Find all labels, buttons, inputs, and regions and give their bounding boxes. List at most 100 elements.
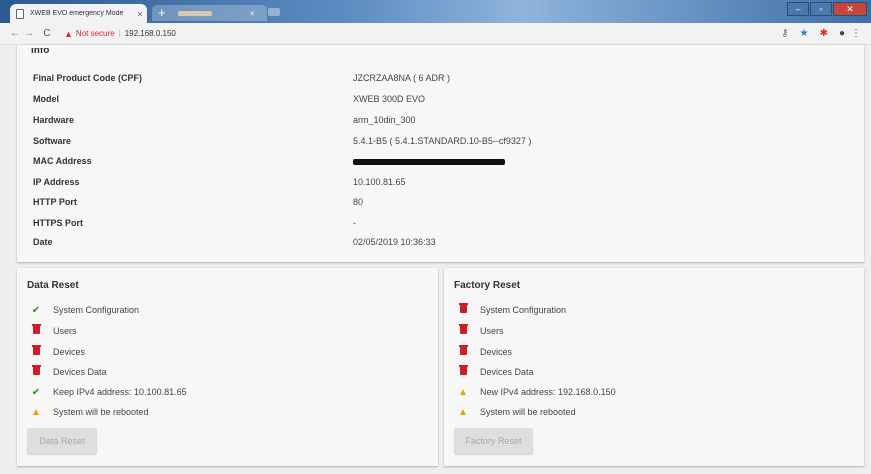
data-reset-card: Data Reset ✔ System Configuration Users … bbox=[17, 268, 438, 466]
warning-icon: ▲ bbox=[31, 406, 41, 418]
maximize-button[interactable]: ▫ bbox=[810, 2, 832, 16]
not-secure-label[interactable]: Not secure bbox=[76, 29, 115, 38]
info-value: 5.4.1-B5 ( 5.4.1.STANDARD.10-B5--cf9327 … bbox=[353, 136, 532, 146]
info-heading: Info bbox=[31, 48, 50, 56]
extension-icon[interactable]: ✱ bbox=[820, 28, 828, 39]
check-icon: ✔ bbox=[31, 304, 41, 316]
close-tab-icon[interactable]: × bbox=[133, 9, 147, 19]
info-value bbox=[353, 156, 505, 166]
close-window-button[interactable]: ✕ bbox=[833, 2, 867, 16]
page-content: Info Final Product Code (CPF) JZCRZAA8NA… bbox=[0, 45, 871, 474]
list-item: Devices Data bbox=[29, 365, 107, 379]
window-controls: – ▫ ✕ bbox=[786, 2, 867, 16]
trash-icon bbox=[29, 324, 43, 336]
list-item: ▲ System will be rebooted bbox=[456, 405, 576, 419]
warning-icon: ▲ bbox=[458, 406, 468, 418]
trash-icon bbox=[29, 345, 43, 357]
trash-icon bbox=[29, 365, 43, 377]
item-text: Devices Data bbox=[480, 367, 534, 377]
info-value: 80 bbox=[353, 197, 364, 207]
info-label: Final Product Code (CPF) bbox=[33, 73, 142, 83]
blurred-tab-title bbox=[178, 10, 212, 16]
info-row-http-port: HTTP Port 80 bbox=[33, 197, 833, 209]
menu-icon[interactable]: ⋮ bbox=[851, 28, 861, 39]
browser-tab-blurred[interactable]: + × bbox=[152, 5, 267, 21]
list-item: ▲ System will be rebooted bbox=[29, 405, 149, 419]
list-item: System Configuration bbox=[456, 303, 566, 317]
redacted-mac-address bbox=[353, 158, 505, 165]
key-icon[interactable]: ⚷ bbox=[781, 28, 788, 39]
url-separator: | bbox=[118, 29, 121, 38]
item-text: System Configuration bbox=[53, 305, 140, 315]
browser-tab-extra[interactable] bbox=[268, 8, 280, 16]
info-label: IP Address bbox=[33, 177, 80, 187]
list-item: Devices Data bbox=[456, 365, 534, 379]
info-value: arm_10din_300 bbox=[353, 115, 416, 125]
trash-icon bbox=[456, 324, 470, 336]
star-icon[interactable]: ★ bbox=[800, 28, 809, 39]
tab-title: XWEB EVO emergency Mode bbox=[30, 10, 124, 17]
info-row-hardware: Hardware arm_10din_300 bbox=[33, 115, 833, 127]
item-text: System Configuration bbox=[480, 305, 567, 315]
minimize-button[interactable]: – bbox=[787, 2, 809, 16]
list-item: Devices bbox=[456, 345, 512, 359]
info-card: Info Final Product Code (CPF) JZCRZAA8NA… bbox=[17, 45, 864, 262]
data-reset-title: Data Reset bbox=[27, 280, 79, 291]
info-label: Model bbox=[33, 94, 59, 104]
close-tab-icon[interactable]: × bbox=[250, 9, 255, 18]
data-reset-button[interactable]: Data Reset bbox=[27, 428, 97, 454]
info-row-date: Date 02/05/2019 10:36:33 bbox=[33, 237, 833, 249]
info-value: - bbox=[353, 218, 356, 228]
address-bar: ← → C ▲ Not secure | 192.168.0.150 ⚷ ★ ✱… bbox=[0, 23, 871, 45]
info-row-ip: IP Address 10.100.81.65 bbox=[33, 177, 833, 189]
list-item: Users bbox=[29, 324, 77, 338]
back-button[interactable]: ← bbox=[8, 28, 22, 39]
window-titlebar: XWEB EVO emergency Mode × + × – ▫ ✕ bbox=[0, 0, 871, 23]
trash-icon bbox=[456, 303, 470, 315]
info-row-mac: MAC Address bbox=[33, 156, 833, 168]
reload-button[interactable]: C bbox=[40, 28, 54, 39]
warning-icon[interactable]: ▲ bbox=[64, 29, 73, 39]
info-label: MAC Address bbox=[33, 156, 92, 166]
list-item: Users bbox=[456, 324, 504, 338]
info-value: 10.100.81.65 bbox=[353, 177, 406, 187]
info-row-https-port: HTTPS Port - bbox=[33, 218, 833, 230]
info-row-cpf: Final Product Code (CPF) JZCRZAA8NA ( 6 … bbox=[33, 73, 833, 85]
forward-button[interactable]: → bbox=[22, 28, 36, 39]
info-value: JZCRZAA8NA ( 6 ADR ) bbox=[353, 73, 451, 83]
factory-reset-title: Factory Reset bbox=[454, 280, 521, 291]
browser-tab-active[interactable]: XWEB EVO emergency Mode × bbox=[10, 4, 147, 23]
warning-icon: ▲ bbox=[458, 386, 468, 398]
info-value: XWEB 300D EVO bbox=[353, 94, 426, 104]
item-text: Devices bbox=[480, 347, 513, 357]
list-item: ✔ Keep IPv4 address: 10.100.81.65 bbox=[29, 385, 187, 399]
item-text: Devices Data bbox=[53, 367, 107, 377]
list-item: ✔ System Configuration bbox=[29, 303, 139, 317]
trash-icon bbox=[456, 345, 470, 357]
info-label: Date bbox=[33, 237, 53, 247]
item-text: Users bbox=[53, 326, 77, 336]
factory-reset-button[interactable]: Factory Reset bbox=[454, 428, 533, 454]
new-tab-icon[interactable]: + bbox=[158, 6, 170, 19]
list-item: ▲ New IPv4 address: 192.168.0.150 bbox=[456, 385, 616, 399]
item-text: System will be rebooted bbox=[53, 407, 149, 417]
toolbar-icons: ⚷ ★ ✱ ● ⋮ bbox=[770, 28, 861, 39]
info-value: 02/05/2019 10:36:33 bbox=[353, 237, 436, 247]
list-item: Devices bbox=[29, 345, 85, 359]
url-input[interactable]: 192.168.0.150 bbox=[125, 29, 176, 38]
factory-reset-card: Factory Reset System Configuration Users… bbox=[444, 268, 864, 466]
profile-icon[interactable]: ● bbox=[839, 28, 845, 39]
info-row-software: Software 5.4.1-B5 ( 5.4.1.STANDARD.10-B5… bbox=[33, 136, 833, 148]
item-text: Devices bbox=[53, 347, 86, 357]
info-label: HTTPS Port bbox=[33, 218, 84, 228]
page-icon bbox=[16, 8, 24, 19]
info-row-model: Model XWEB 300D EVO bbox=[33, 94, 833, 106]
info-label: HTTP Port bbox=[33, 197, 77, 207]
info-label: Hardware bbox=[33, 115, 75, 125]
item-text: System will be rebooted bbox=[480, 407, 576, 417]
item-text: New IPv4 address: 192.168.0.150 bbox=[480, 387, 616, 397]
item-text: Keep IPv4 address: 10.100.81.65 bbox=[53, 387, 187, 397]
trash-icon bbox=[456, 365, 470, 377]
item-text: Users bbox=[480, 326, 504, 336]
check-icon: ✔ bbox=[31, 386, 41, 398]
